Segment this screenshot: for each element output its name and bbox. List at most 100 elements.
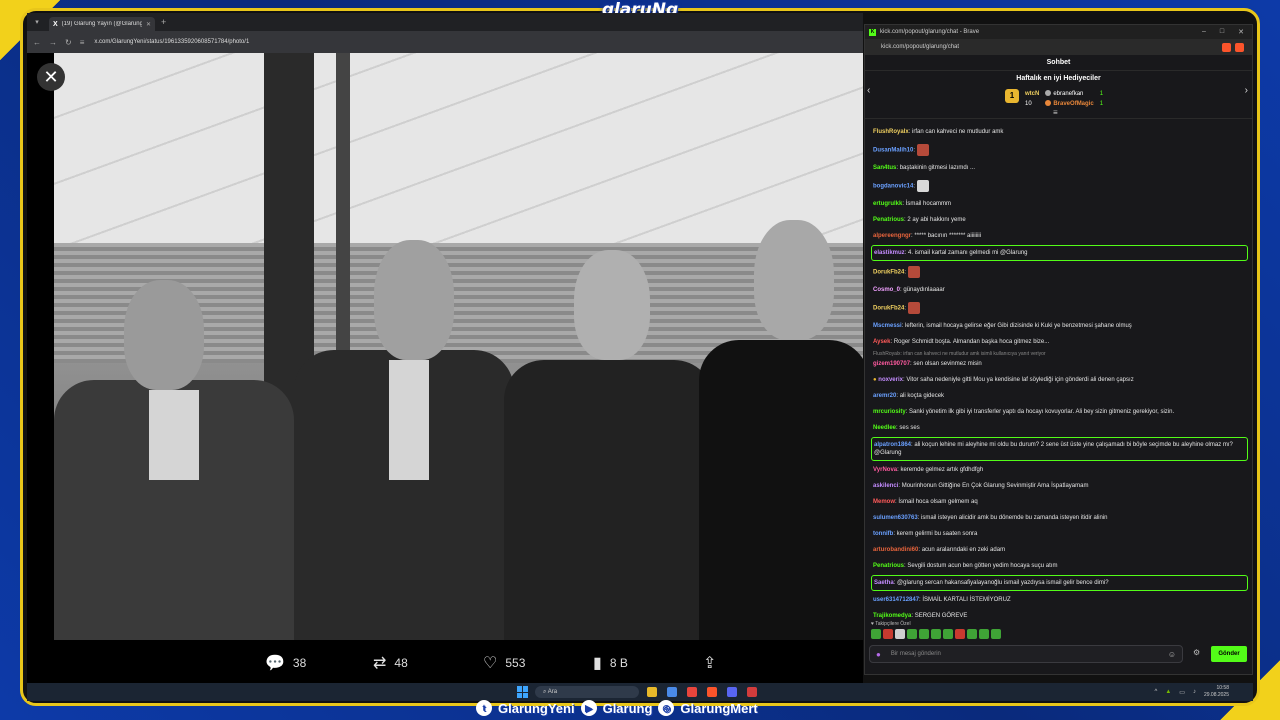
chat-username[interactable]: Aysek [873, 339, 890, 345]
chat-message[interactable]: Mscmessi: lefterin, ismail hocaya gelirs… [871, 319, 1248, 333]
chat-message[interactable]: alpatron1864: ali koçun lehine mi aleyhi… [871, 437, 1248, 461]
emote[interactable] [979, 629, 989, 639]
chat-username[interactable]: arturobandini60 [873, 547, 918, 553]
chat-username[interactable]: mrcuriosity [873, 409, 906, 415]
views-button[interactable]: ▮ 8 B [593, 653, 628, 673]
chat-message[interactable]: sulumen630763: ismail isteyen alicidir a… [871, 511, 1248, 525]
like-button[interactable]: ♡ 553 [483, 653, 525, 673]
expand-icon[interactable]: ≡ [1053, 108, 1058, 117]
chat-message[interactable]: Cosmo_0: günaydınlaaaar [871, 283, 1248, 297]
chat-username[interactable]: alpatron1864 [874, 442, 911, 448]
chat-username[interactable]: Mscmessi [873, 323, 902, 329]
chat-username[interactable]: DusanMalih10 [873, 148, 913, 154]
network-icon[interactable]: ▭ [1179, 689, 1185, 696]
gear-icon[interactable]: ⚙ [1193, 648, 1200, 657]
tab-menu-icon[interactable]: ▾ [31, 18, 43, 26]
send-button[interactable]: Gönder [1211, 646, 1247, 662]
chat-username[interactable]: askilenci [873, 483, 898, 489]
close-tab-icon[interactable]: ✕ [146, 21, 151, 28]
chat-message[interactable]: ertugrulkk: İsmail hocammm [871, 197, 1248, 211]
discord-icon[interactable] [727, 687, 737, 697]
gifter-name[interactable]: wtcN [1025, 89, 1039, 99]
chat-username[interactable]: elastikmuz [874, 250, 905, 256]
chat-message[interactable]: Penatrious: 2 ay abi hakkını yeme [871, 213, 1248, 227]
chat-message[interactable]: DorukFb24: [871, 299, 1248, 317]
chat-username[interactable]: VyrNova [873, 467, 897, 473]
chat-message[interactable]: Penatrious: Sevgili dostum acun ben gött… [871, 559, 1248, 573]
chat-username[interactable]: Penatrious [873, 563, 904, 569]
minimize-icon[interactable]: – [1202, 28, 1206, 36]
file-explorer-icon[interactable] [647, 687, 657, 697]
maximize-icon[interactable]: □ [1220, 28, 1224, 36]
chat-message[interactable]: bogdanovic14: [871, 177, 1248, 195]
brave-extensions[interactable] [1222, 42, 1244, 52]
chat-username[interactable]: DorukFb24 [873, 270, 904, 276]
chat-message[interactable]: Saetha: @glarung sercan hakansafiyalayan… [871, 575, 1248, 591]
chat-message[interactable]: alpereengngr: ***** bacının ******* aiii… [871, 229, 1248, 243]
chat-message[interactable]: mrcuriosity: Sanki yönetim ilk gibi iyi … [871, 405, 1248, 419]
chat-username[interactable]: Cosmo_0 [873, 287, 900, 293]
chat-message[interactable]: user6314712847: İSMAİL KARTALI İSTEMİYOR… [871, 593, 1248, 607]
browser-tab[interactable]: X (19) Glarung Yayın (@GlarungYe ✕ [49, 17, 155, 31]
brave-rewards-icon[interactable] [1235, 42, 1244, 52]
taskbar-search[interactable]: ⌕ Ara [535, 686, 639, 698]
chat-username[interactable]: FlushRoyalx [873, 129, 909, 135]
chat-message[interactable]: DorukFb24: [871, 263, 1248, 281]
chat-message[interactable]: Trajikomedya: SERGEN GÖREVE [871, 609, 1248, 619]
chat-message[interactable]: gizem190707: sen olsan sevinmez misin [871, 357, 1248, 371]
chat-username[interactable]: Saetha [874, 580, 894, 586]
repost-button[interactable]: ⇄ 48 [373, 653, 408, 673]
reload-icon[interactable]: ↻ [65, 38, 72, 47]
forward-icon[interactable]: → [49, 38, 57, 47]
chat-message[interactable]: Needlee: ses ses [871, 421, 1248, 435]
chat-message[interactable]: DusanMalih10: [871, 141, 1248, 159]
chat-message[interactable]: tonnifb: kerem gelirmi bu saaten sonra [871, 527, 1248, 541]
new-tab-button[interactable]: + [161, 17, 166, 27]
chat-message[interactable]: Memow: İsmail hoca olsam gelmem aq [871, 495, 1248, 509]
chat-username[interactable]: noxverix [878, 377, 903, 383]
emote[interactable] [955, 629, 965, 639]
brave-icon[interactable] [707, 687, 717, 697]
mic-icon[interactable]: ● [876, 650, 881, 659]
chat-username[interactable]: San4tus [873, 165, 896, 171]
chat-username[interactable]: Memow [873, 499, 895, 505]
chat-username[interactable]: sulumen630763 [873, 515, 918, 521]
chat-username[interactable]: DorukFb24 [873, 306, 904, 312]
chat-message[interactable]: Aysek: Roger Schmidt boşta. Almandan baş… [871, 335, 1248, 349]
close-photo-button[interactable]: ✕ [37, 63, 65, 91]
chat-message[interactable]: FlushRoyalx: irfan can kahveci ne mutlud… [871, 125, 1248, 139]
emote[interactable] [883, 629, 893, 639]
reply-button[interactable]: 💬 38 [265, 653, 306, 673]
chat-message[interactable]: VyrNova: keremde gelmez artık gfdhdfgh [871, 463, 1248, 477]
chevron-right-icon[interactable]: › [1245, 85, 1248, 96]
chat-username[interactable]: ertugrulkk [873, 201, 902, 207]
tray-up-icon[interactable]: ^ [1155, 689, 1158, 695]
app-icon[interactable] [667, 687, 677, 697]
chat-username[interactable]: bogdanovic14 [873, 184, 913, 190]
chevron-left-icon[interactable]: ‹ [867, 85, 870, 96]
emote[interactable] [919, 629, 929, 639]
share-button[interactable]: ⇪ [703, 653, 716, 673]
emote[interactable] [907, 629, 917, 639]
chat-message[interactable]: elastikmuz: 4. ismail kartal zamanı gelm… [871, 245, 1248, 261]
chat-username[interactable]: Trajikomedya [873, 613, 911, 619]
chrome-icon[interactable] [687, 687, 697, 697]
emote[interactable] [967, 629, 977, 639]
chat-username[interactable]: alpereengngr [873, 233, 911, 239]
chat-message[interactable]: arturobandini60: acun aralarındaki en ze… [871, 543, 1248, 557]
chat-username[interactable]: tonnifb [873, 531, 893, 537]
emote[interactable] [931, 629, 941, 639]
volume-icon[interactable]: ♪ [1193, 689, 1196, 695]
chat-url[interactable]: kick.com/popout/glarung/chat [881, 44, 959, 50]
nvidia-icon[interactable]: ▲ [1165, 689, 1171, 695]
emote[interactable] [871, 629, 881, 639]
chat-username[interactable]: gizem190707 [873, 361, 910, 367]
emote[interactable] [991, 629, 1001, 639]
chat-username[interactable]: aremr20 [873, 393, 896, 399]
chat-message[interactable]: ● noxverix: Vitor saha nedeniyle gitti M… [871, 373, 1248, 387]
site-info-icon[interactable]: ≡ [80, 38, 85, 47]
windows-start-icon[interactable] [517, 686, 529, 698]
emote[interactable] [895, 629, 905, 639]
chat-message[interactable]: aremr20: ali koçta gidecek [871, 389, 1248, 403]
gifter-name[interactable]: ebranefkan [1053, 91, 1083, 97]
